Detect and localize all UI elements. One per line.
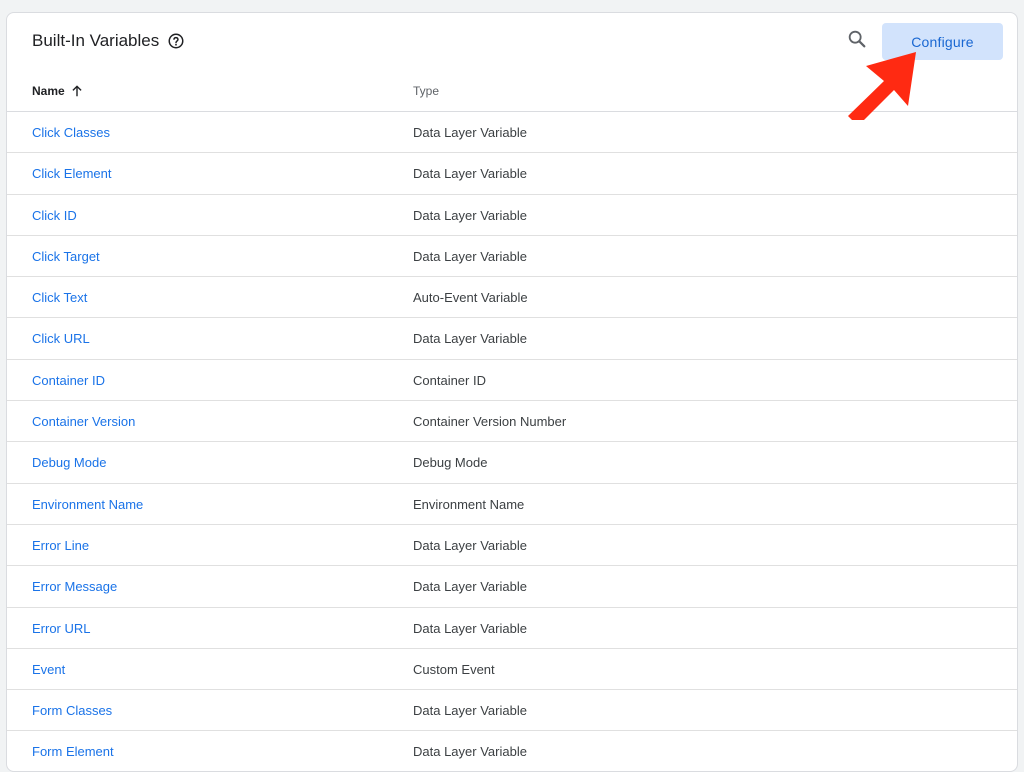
variable-name-link[interactable]: Error Line — [32, 538, 89, 553]
table-header: Name Type — [7, 71, 1017, 112]
table-row[interactable]: Click Element Data Layer Variable — [7, 153, 1017, 195]
table-row[interactable]: Click Text Auto-Event Variable — [7, 277, 1017, 319]
table-row[interactable]: Click URL Data Layer Variable — [7, 318, 1017, 360]
variable-type: Data Layer Variable — [413, 207, 527, 223]
variable-type: Data Layer Variable — [413, 620, 527, 636]
variable-name-link[interactable]: Error URL — [32, 621, 91, 636]
variable-type: Environment Name — [413, 496, 525, 512]
column-header-type[interactable]: Type — [413, 84, 439, 98]
variable-type: Auto-Event Variable — [413, 290, 528, 306]
variable-name-link[interactable]: Click Element — [32, 166, 111, 181]
search-button[interactable] — [845, 29, 869, 53]
variable-name-link[interactable]: Environment Name — [32, 497, 143, 512]
card-header: Built-In Variables Configure — [7, 13, 1017, 71]
variable-name-link[interactable]: Container Version — [32, 414, 135, 429]
variable-type: Data Layer Variable — [413, 125, 527, 140]
table-row[interactable]: Container Version Container Version Numbe… — [7, 401, 1017, 443]
table-row[interactable]: Environment Name Environment Name — [7, 484, 1017, 525]
variable-name-link[interactable]: Error Message — [32, 579, 117, 594]
variable-name-link[interactable]: Click ID — [32, 208, 77, 223]
table-row[interactable]: Form Element Data Layer Variable — [7, 731, 1017, 771]
variable-type: Custom Event — [413, 661, 495, 677]
built-in-variables-card: Built-In Variables Configure Name Type C… — [6, 12, 1018, 772]
table-row[interactable]: Debug Mode Debug Mode — [7, 442, 1017, 484]
configure-button[interactable]: Configure — [882, 23, 1003, 60]
card-title: Built-In Variables — [32, 31, 185, 51]
table-row[interactable]: Error Line Data Layer Variable — [7, 525, 1017, 567]
variable-type: Data Layer Variable — [413, 537, 527, 553]
card-title-text: Built-In Variables — [32, 31, 160, 50]
variable-type: Debug Mode — [413, 455, 488, 471]
variable-type: Data Layer Variable — [413, 331, 527, 347]
table-row[interactable]: Container ID Container ID — [7, 360, 1017, 402]
variable-name-link[interactable]: Form Classes — [32, 703, 112, 718]
arrow-up-icon — [70, 84, 84, 98]
table-body: Click Classes Data Layer Variable Click El… — [7, 112, 1017, 771]
table-row[interactable]: Error URL Data Layer Variable — [7, 608, 1017, 649]
variable-name-link[interactable]: Debug Mode — [32, 455, 106, 470]
column-header-name[interactable]: Name — [32, 84, 84, 98]
variable-name-link[interactable]: Event — [32, 662, 65, 677]
table-row[interactable]: Event Custom Event — [7, 649, 1017, 691]
variable-name-link[interactable]: Click URL — [32, 331, 90, 346]
column-header-name-label: Name — [32, 84, 65, 98]
table-row[interactable]: Click ID Data Layer Variable — [7, 195, 1017, 236]
variable-name-link[interactable]: Click Target — [32, 249, 100, 264]
table-row[interactable]: Error Message Data Layer Variable — [7, 566, 1017, 608]
variable-type: Data Layer Variable — [413, 579, 527, 595]
variable-name-link[interactable]: Click Classes — [32, 125, 110, 140]
variable-type: Data Layer Variable — [413, 744, 527, 760]
variable-name-link[interactable]: Click Text — [32, 290, 87, 305]
help-circle-icon[interactable] — [167, 32, 185, 50]
variable-type: Data Layer Variable — [413, 703, 527, 719]
table-row[interactable]: Click Target Data Layer Variable — [7, 236, 1017, 278]
search-icon — [846, 28, 868, 55]
variable-name-link[interactable]: Container ID — [32, 373, 105, 388]
variable-type: Container ID — [413, 372, 486, 388]
variable-type: Container Version Number — [413, 414, 567, 430]
variable-type: Data Layer Variable — [413, 248, 527, 264]
variable-type: Data Layer Variable — [413, 166, 527, 182]
table-row[interactable]: Click Classes Data Layer Variable — [7, 112, 1017, 154]
variable-name-link[interactable]: Form Element — [32, 744, 114, 759]
table-row[interactable]: Form Classes Data Layer Variable — [7, 690, 1017, 732]
